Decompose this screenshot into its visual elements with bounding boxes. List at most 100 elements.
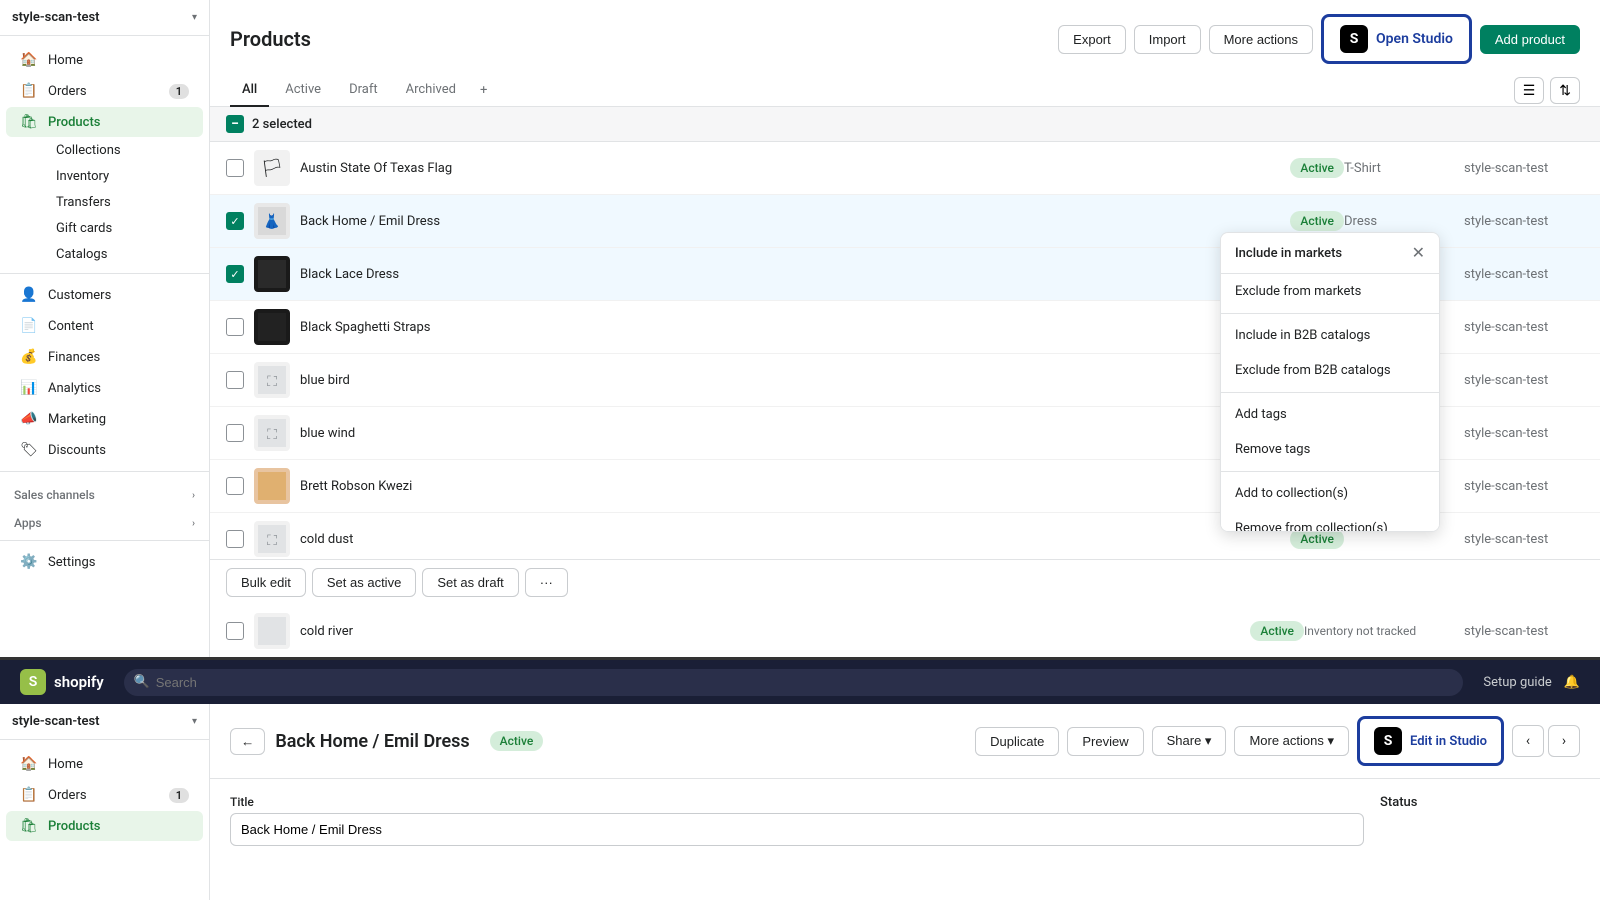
sidebar-item-customers[interactable]: 👤 Customers (6, 280, 203, 310)
duplicate-button[interactable]: Duplicate (975, 727, 1059, 756)
more-actions-edit-button[interactable]: More actions ▾ (1234, 726, 1349, 756)
apps-section[interactable]: Apps › (0, 506, 209, 534)
home-icon-b: 🏠 (20, 756, 38, 772)
sidebar-item-home[interactable]: 🏠 Home (6, 45, 203, 75)
sidebar-item-settings[interactable]: ⚙️ Settings (6, 547, 203, 577)
product-store-3: style-scan-test (1464, 267, 1584, 282)
sidebar: style-scan-test ▾ 🏠 Home 📋 Orders 1 🛍 (0, 0, 210, 657)
row-checkbox-6[interactable] (226, 424, 244, 442)
tab-active[interactable]: Active (273, 74, 333, 107)
product-edit-actions: Duplicate Preview Share ▾ More actions ▾… (975, 716, 1580, 766)
shopify-logo: S shopify (20, 669, 104, 695)
sidebar-item-discounts[interactable]: 🏷 Discounts (6, 435, 203, 465)
dropdown-add-collection[interactable]: Add to collection(s) (1221, 476, 1439, 511)
store-selector[interactable]: style-scan-test ▾ (0, 0, 209, 36)
product-name-7: Brett Robson Kwezi (300, 479, 1290, 494)
setup-guide-link[interactable]: Setup guide (1483, 675, 1551, 690)
search-input[interactable] (124, 669, 1464, 696)
bottom-search-area: 🔍 (124, 669, 1464, 696)
select-all-checkbox[interactable]: − (226, 115, 244, 133)
sales-channels-section[interactable]: Sales channels › (0, 478, 209, 506)
tab-add[interactable]: + (472, 75, 495, 106)
sidebar-item-finances[interactable]: 💰 Finances (6, 342, 203, 372)
analytics-icon: 📊 (20, 380, 38, 396)
sidebar-item-content[interactable]: 📄 Content (6, 311, 203, 341)
svg-text:⛶: ⛶ (267, 374, 277, 390)
product-thumb-10 (254, 613, 290, 649)
tab-archived[interactable]: Archived (394, 74, 468, 107)
products-submenu: Collections Inventory Transfers Gift car… (0, 138, 209, 267)
sidebar-item-analytics[interactable]: 📊 Analytics (6, 373, 203, 403)
product-edit-title: Back Home / Emil Dress (275, 731, 469, 752)
sidebar-bottom-orders[interactable]: 📋 Orders 1 (6, 780, 203, 810)
sort-button[interactable]: ⇅ (1550, 77, 1580, 104)
store-selector-bottom[interactable]: style-scan-test ▾ (0, 704, 209, 740)
row-checkbox-3[interactable]: ✓ (226, 265, 244, 283)
add-product-button[interactable]: Add product (1480, 25, 1580, 54)
sidebar-item-inventory[interactable]: Inventory (48, 164, 203, 189)
product-name-3: Black Lace Dress (300, 267, 1276, 282)
product-form-sidebar: Status (1380, 795, 1580, 860)
product-thumb-7 (254, 468, 290, 504)
dropdown-add-tags[interactable]: Add tags (1221, 397, 1439, 432)
export-button[interactable]: Export (1058, 25, 1126, 54)
dropdown-remove-tags[interactable]: Remove tags (1221, 432, 1439, 467)
discounts-icon: 🏷 (20, 442, 38, 458)
sidebar-item-catalogs[interactable]: Catalogs (48, 242, 203, 267)
open-studio-button[interactable]: S Open Studio (1321, 14, 1472, 64)
sidebar-item-collections[interactable]: Collections (48, 138, 203, 163)
import-button[interactable]: Import (1134, 25, 1201, 54)
store-chevron: ▾ (192, 12, 197, 23)
sidebar-item-products[interactable]: 🛍 Products (6, 107, 203, 137)
svg-text:👗: 👗 (263, 213, 280, 230)
filter-button[interactable]: ☰ (1514, 77, 1545, 104)
share-button[interactable]: Share ▾ (1152, 726, 1227, 756)
status-section: Status (1380, 795, 1580, 810)
products-icon: 🛍 (20, 114, 38, 130)
product-name-1: Austin State Of Texas Flag (300, 161, 1290, 176)
dropdown-close-button[interactable]: ✕ (1412, 243, 1425, 263)
row-checkbox-8[interactable] (226, 530, 244, 548)
notifications-bell[interactable]: 🔔 (1564, 675, 1580, 690)
sidebar-bottom-products[interactable]: 🛍 Products (6, 811, 203, 841)
inventory-note-10: Inventory not tracked (1304, 624, 1464, 638)
tab-all[interactable]: All (230, 74, 269, 107)
table-toolbar: − 2 selected (210, 107, 1600, 142)
table-row[interactable]: 🏳 Austin State Of Texas Flag Active T-Sh… (210, 142, 1600, 195)
row-checkbox-4[interactable] (226, 318, 244, 336)
next-product-button[interactable]: › (1548, 725, 1580, 757)
set-active-button[interactable]: Set as active (312, 568, 416, 597)
orders-icon: 📋 (20, 83, 38, 99)
product-edit-status-badge: Active (490, 731, 544, 751)
table-row[interactable]: cold river Active Inventory not tracked … (210, 605, 1600, 657)
tab-draft[interactable]: Draft (337, 74, 390, 107)
sidebar-item-orders[interactable]: 📋 Orders 1 (6, 76, 203, 106)
row-checkbox-2[interactable]: ✓ (226, 212, 244, 230)
dropdown-remove-collection[interactable]: Remove from collection(s) (1221, 511, 1439, 532)
more-actions-button[interactable]: More actions (1209, 25, 1313, 54)
sidebar-item-transfers[interactable]: Transfers (48, 190, 203, 215)
row-checkbox-7[interactable] (226, 477, 244, 495)
row-checkbox-5[interactable] (226, 371, 244, 389)
preview-button[interactable]: Preview (1067, 727, 1143, 756)
sidebar-label-orders: Orders (48, 84, 87, 99)
row-checkbox-1[interactable] (226, 159, 244, 177)
dropdown-include-b2b[interactable]: Include in B2B catalogs (1221, 318, 1439, 353)
sidebar-item-gift-cards[interactable]: Gift cards (48, 216, 203, 241)
back-button[interactable]: ← (230, 728, 265, 755)
set-draft-button[interactable]: Set as draft (422, 568, 518, 597)
product-status-1: Active (1290, 158, 1344, 178)
store-name-bottom: style-scan-test (12, 714, 192, 729)
sidebar-bottom-home[interactable]: 🏠 Home (6, 749, 203, 779)
row-checkbox-10[interactable] (226, 622, 244, 640)
products-table: 🏳 Austin State Of Texas Flag Active T-Sh… (210, 142, 1600, 559)
title-input[interactable] (230, 813, 1364, 846)
dropdown-exclude-b2b[interactable]: Exclude from B2B catalogs (1221, 353, 1439, 388)
prev-product-button[interactable]: ‹ (1512, 725, 1544, 757)
dropdown-exclude-markets[interactable]: Exclude from markets (1221, 274, 1439, 309)
bulk-edit-button[interactable]: Bulk edit (226, 568, 306, 597)
edit-in-studio-panel-button[interactable]: S Edit in Studio (1357, 716, 1504, 766)
sidebar-item-marketing[interactable]: 📣 Marketing (6, 404, 203, 434)
more-bulk-button[interactable]: ··· (525, 568, 568, 597)
main-content: Products Export Import More actions S Op… (210, 0, 1600, 657)
